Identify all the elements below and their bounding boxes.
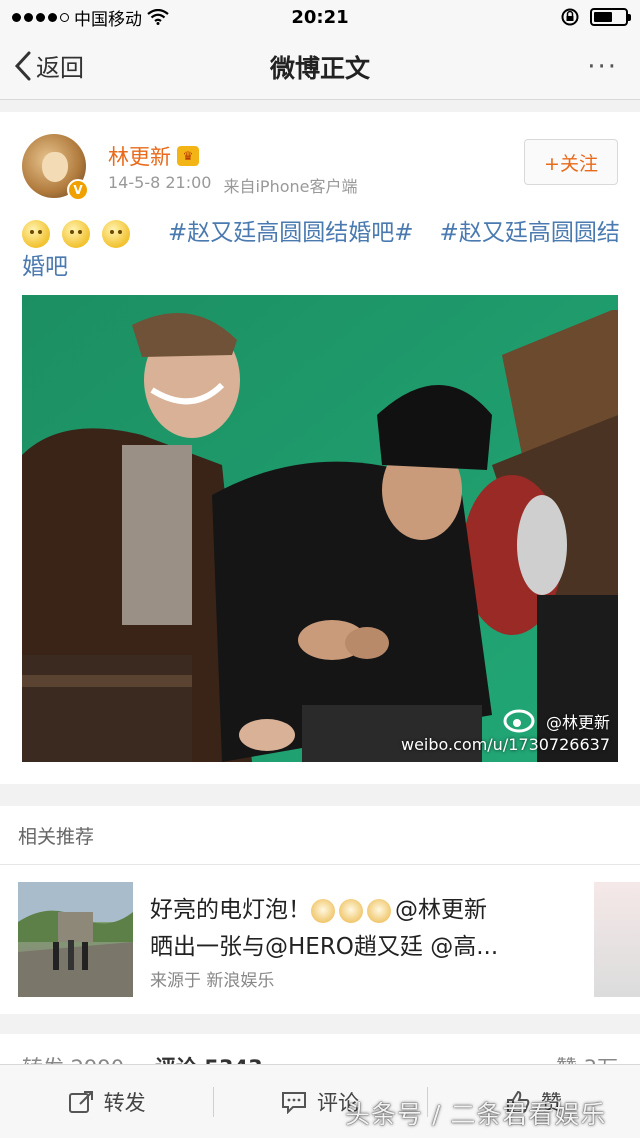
like-count[interactable]: 赞 3万 xyxy=(556,1052,618,1064)
status-left: 中国移动 xyxy=(12,5,212,30)
emoji-icon xyxy=(102,219,130,248)
related-line-2: 晒出一张与@HERO趙又廷 @高... xyxy=(150,934,499,960)
username-row[interactable]: 林更新 ♛ xyxy=(108,141,199,171)
dog-emoji-icon xyxy=(339,898,363,923)
related-line-1: 好亮的电灯泡！ @林更新 xyxy=(150,892,545,929)
related-line-1-text: 好亮的电灯泡！ xyxy=(150,897,311,923)
related-title: 相关推荐 xyxy=(18,826,95,848)
emoji-icon xyxy=(22,219,50,248)
comment-icon xyxy=(281,1091,306,1114)
wifi-icon xyxy=(147,9,169,25)
avatar[interactable]: V xyxy=(22,134,89,201)
great-wall-photo xyxy=(18,882,133,997)
post-date: 14-5-8 21:00 xyxy=(108,173,212,192)
rotation-lock-icon xyxy=(561,8,579,26)
watermark-url: weibo.com/u/1730726637 xyxy=(400,735,610,754)
status-bar: 中国移动 20:21 xyxy=(0,0,640,34)
post-text: #赵又廷高圆圆结婚吧# #赵又廷高圆圆结婚吧 xyxy=(22,216,622,284)
dog-emoji-icon xyxy=(367,898,391,923)
repost-count[interactable]: 转发 2990 xyxy=(22,1052,124,1064)
hashtag-link[interactable]: #赵又廷高圆圆结婚吧# xyxy=(168,220,414,246)
repost-label: 转发 xyxy=(103,1090,146,1115)
verified-badge-icon: V xyxy=(67,179,89,201)
emoji-icon xyxy=(62,219,90,248)
stats-row: 转发 2990 评论 5343 赞 3万 xyxy=(0,1034,640,1064)
follow-button[interactable]: +关注 xyxy=(524,139,618,185)
battery-fill xyxy=(594,12,612,22)
watermark-user: @林更新 xyxy=(545,713,610,732)
battery-icon xyxy=(590,8,631,26)
post-photo xyxy=(22,295,618,762)
more-button[interactable]: ··· xyxy=(587,52,618,82)
signal-dots-icon xyxy=(12,12,69,22)
post-meta: 14-5-8 21:00 来自iPhone客户端 xyxy=(108,173,357,197)
overlay-watermark: 头条号 / 二条君看娱乐 xyxy=(345,1100,607,1129)
related-item-thumbnail-next[interactable] xyxy=(594,882,640,997)
follow-label: +关注 xyxy=(544,152,598,175)
status-right xyxy=(428,7,631,27)
related-line-1-mention: @林更新 xyxy=(395,897,487,923)
avatar-dog-image xyxy=(42,152,68,182)
dog-emoji-icon xyxy=(311,898,335,923)
post-card: V 林更新 ♛ 14-5-8 21:00 来自iPhone客户端 +关注 #赵又… xyxy=(0,112,640,784)
repost-button[interactable]: 转发 xyxy=(0,1065,213,1138)
carrier-label: 中国移动 xyxy=(74,9,142,30)
chevron-left-icon xyxy=(14,51,31,80)
back-label: 返回 xyxy=(36,54,84,82)
back-button[interactable]: 返回 xyxy=(14,48,84,83)
related-section: 相关推荐 好亮的电灯泡！ @林更新 晒出一张与@HERO趙又廷 @高... 来源于… xyxy=(0,806,640,1014)
comment-count[interactable]: 评论 5343 xyxy=(155,1052,263,1064)
repost-icon xyxy=(68,1090,93,1113)
post-image[interactable]: @林更新 weibo.com/u/1730726637 xyxy=(22,295,618,762)
nav-bar: 返回 微博正文 ··· xyxy=(0,34,640,100)
page-title: 微博正文 xyxy=(269,53,370,83)
post-source: 来自iPhone客户端 xyxy=(223,177,358,196)
crown-badge-icon: ♛ xyxy=(177,146,199,166)
username[interactable]: 林更新 xyxy=(108,141,171,171)
related-item-thumbnail[interactable] xyxy=(18,882,133,997)
status-time: 20:21 xyxy=(291,6,349,28)
image-watermark: @林更新 weibo.com/u/1730726637 xyxy=(401,712,610,756)
related-item-title[interactable]: 好亮的电灯泡！ @林更新 晒出一张与@HERO趙又廷 @高... xyxy=(150,892,545,966)
divider xyxy=(0,864,640,865)
related-item-source: 来源于 新浪娱乐 xyxy=(150,971,275,991)
